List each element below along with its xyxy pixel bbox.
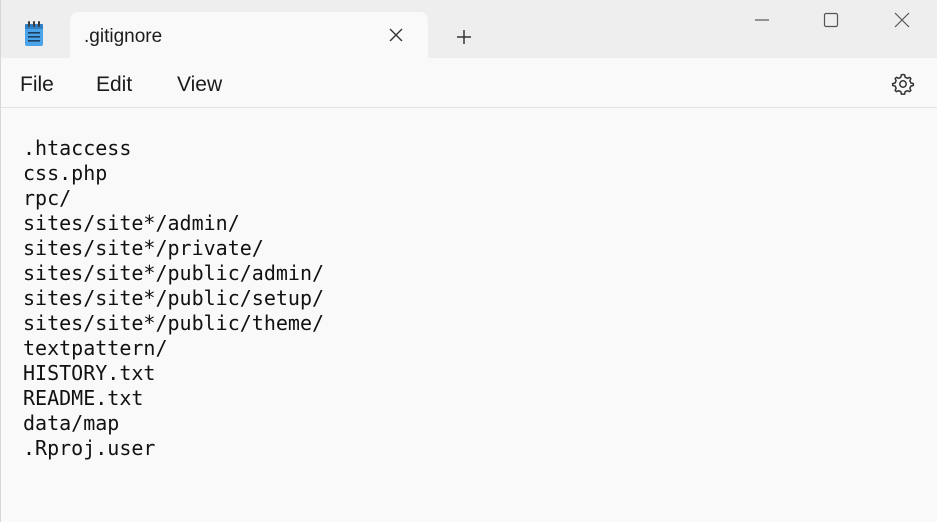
editor-line: sites/site*/public/setup/ [23,286,325,310]
editor-line: sites/site*/public/theme/ [23,311,325,335]
text-editor[interactable]: .htaccess css.php rpc/ sites/site*/admin… [1,108,937,522]
editor-lines: .htaccess css.php rpc/ sites/site*/admin… [23,136,324,461]
gear-icon[interactable] [890,71,916,97]
title-bar: .gitignore [1,0,937,58]
editor-line: README.txt [23,386,144,410]
editor-line: sites/site*/private/ [23,236,264,260]
tab-gitignore[interactable]: .gitignore [70,12,428,58]
menu-view[interactable]: View [177,73,222,97]
editor-line: rpc/ [23,186,72,210]
minimize-icon[interactable] [739,6,785,34]
plus-icon[interactable] [451,24,477,50]
editor-line: sites/site*/public/admin/ [23,261,325,285]
notepad-icon [23,21,45,47]
tab-title: .gitignore [84,26,163,47]
editor-line: textpattern/ [23,336,168,360]
menu-edit[interactable]: Edit [96,73,132,97]
notepad-window: .gitignore File Edit View .htaccess css.… [0,0,937,522]
maximize-icon[interactable] [808,6,854,34]
window-close-icon[interactable] [879,6,925,34]
editor-line: .Rproj.user [23,436,156,460]
editor-line: .htaccess [23,136,132,160]
editor-line: css.php [23,161,108,185]
editor-line: sites/site*/admin/ [23,211,240,235]
editor-line: data/map [23,411,120,435]
editor-line: HISTORY.txt [23,361,156,385]
menu-file[interactable]: File [20,73,54,97]
close-icon[interactable] [384,23,408,47]
menu-bar: File Edit View [1,58,937,108]
